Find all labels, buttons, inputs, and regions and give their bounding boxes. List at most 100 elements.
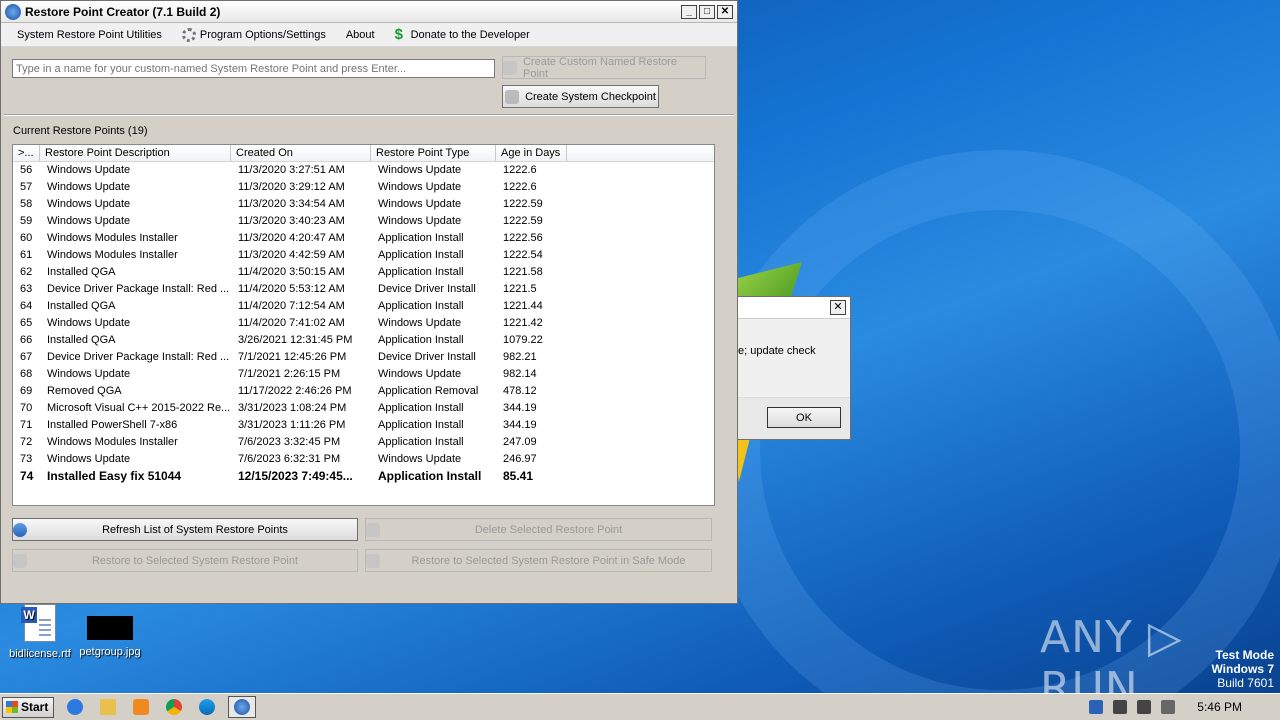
table-cell: 11/3/2020 3:40:23 AM: [238, 215, 345, 227]
table-row[interactable]: 63 Device Driver Package Install: Red ...…: [13, 281, 714, 298]
taskbar: Start 5:46 PM: [0, 693, 1280, 720]
clock[interactable]: 5:46 PM: [1197, 700, 1242, 714]
desktop-icon-jpg[interactable]: petgroup.jpg: [70, 604, 150, 658]
table-cell: 7/6/2023 3:32:45 PM: [238, 436, 341, 448]
restore-point-icon: [503, 60, 517, 75]
taskbar-restore-point-creator[interactable]: [228, 696, 256, 718]
dialog-close-button[interactable]: ✕: [830, 300, 846, 315]
table-row[interactable]: 72 Windows Modules Installer 7/6/2023 3:32…: [13, 434, 714, 451]
chrome-icon: [166, 699, 182, 715]
maximize-button[interactable]: □: [699, 4, 715, 19]
create-system-checkpoint-button[interactable]: Create System Checkpoint: [502, 85, 659, 108]
taskbar-media[interactable]: [129, 696, 153, 718]
start-button[interactable]: Start: [2, 696, 54, 718]
menu-about-label: About: [345, 28, 375, 41]
table-cell: 11/4/2020 5:53:12 AM: [238, 283, 345, 295]
menu-donate[interactable]: $ Donate to the Developer: [385, 23, 540, 47]
table-cell: Windows Update: [47, 164, 131, 176]
table-row[interactable]: 59 Windows Update 11/3/2020 3:40:23 AM Wind…: [13, 213, 714, 230]
table-cell: 73: [20, 453, 33, 465]
restore-safe-mode-button[interactable]: Restore to Selected System Restore Point…: [365, 549, 712, 572]
network-icon[interactable]: [1137, 700, 1152, 714]
gear-icon: [181, 27, 196, 42]
table-cell: Application Install: [378, 402, 464, 414]
restore-points-list[interactable]: >... Restore Point Description Created On R…: [12, 144, 715, 506]
table-row[interactable]: 68 Windows Update 7/1/2021 2:26:15 PM Windo…: [13, 366, 714, 383]
restore-selected-button[interactable]: Restore to Selected System Restore Point: [12, 549, 358, 572]
column-header[interactable]: Created On: [231, 145, 371, 161]
table-row[interactable]: 66 Installed QGA 3/26/2021 12:31:45 PM Appl…: [13, 332, 714, 349]
delete-restore-point-button[interactable]: Delete Selected Restore Point: [365, 518, 712, 541]
menu-utilities[interactable]: System Restore Point Utilities: [7, 23, 172, 47]
table-cell: Windows Update: [47, 453, 131, 465]
refresh-list-button[interactable]: Refresh List of System Restore Points: [12, 518, 358, 541]
action-center-icon[interactable]: [1089, 700, 1104, 714]
table-cell: 1222.54: [503, 249, 543, 261]
restore-point-name-input[interactable]: [12, 59, 495, 78]
menu-options-label: Program Options/Settings: [199, 28, 326, 41]
window-controls: _ □ ✕: [681, 4, 733, 19]
test-mode-notice: Test Mode Windows 7 Build 7601: [1211, 648, 1274, 690]
title-bar[interactable]: Restore Point Creator (7.1 Build 2) _ □ …: [1, 1, 737, 23]
table-row[interactable]: 58 Windows Update 11/3/2020 3:34:54 AM Wind…: [13, 196, 714, 213]
table-cell: Windows Update: [378, 215, 462, 227]
minimize-button[interactable]: _: [681, 4, 697, 19]
table-row[interactable]: 56 Windows Update 11/3/2020 3:27:51 AM Wind…: [13, 162, 714, 179]
table-row[interactable]: 61 Windows Modules Installer 11/3/2020 4:4…: [13, 247, 714, 264]
test-mode-line: Test Mode: [1215, 648, 1274, 662]
taskbar-explorer[interactable]: [96, 696, 120, 718]
table-row[interactable]: 73 Windows Update 7/6/2023 6:32:31 PM Windo…: [13, 451, 714, 468]
table-cell: Windows Update: [378, 164, 462, 176]
create-custom-label: Create Custom Named Restore Point: [522, 55, 678, 80]
table-row[interactable]: 65 Windows Update 11/4/2020 7:41:02 AM Wind…: [13, 315, 714, 332]
table-cell: Removed QGA: [47, 385, 122, 397]
table-row[interactable]: 62 Installed QGA 11/4/2020 3:50:15 AM Appli…: [13, 264, 714, 281]
taskbar-edge[interactable]: [195, 696, 219, 718]
table-row[interactable]: 57 Windows Update 11/3/2020 3:29:12 AM Wind…: [13, 179, 714, 196]
table-cell: Microsoft Visual C++ 2015-2022 Re...: [47, 402, 231, 414]
table-row[interactable]: 74 Installed Easy fix 51044 12/15/2023 7:4…: [13, 468, 714, 485]
word-document-icon: [21, 604, 56, 642]
table-row[interactable]: 70 Microsoft Visual C++ 2015-2022 Re... 3/…: [13, 400, 714, 417]
close-button[interactable]: ✕: [717, 4, 733, 19]
table-cell: Windows Update: [47, 181, 131, 193]
table-cell: 982.14: [503, 368, 537, 380]
column-header[interactable]: >...: [13, 145, 40, 161]
table-cell: Windows Update: [47, 317, 131, 329]
table-cell: 67: [20, 351, 33, 363]
table-cell: 247.09: [503, 436, 537, 448]
table-cell: Windows Update: [47, 368, 131, 380]
table-cell: Windows Modules Installer: [47, 232, 178, 244]
column-header[interactable]: Age in Days: [496, 145, 567, 161]
table-cell: 1222.56: [503, 232, 543, 244]
table-cell: 63: [20, 283, 33, 295]
desktop-icon-rtf[interactable]: bidlicense.rtf: [0, 604, 80, 660]
volume-icon[interactable]: [1113, 700, 1128, 714]
app-icon: [234, 699, 250, 715]
table-row[interactable]: 60 Windows Modules Installer 11/3/2020 4:2…: [13, 230, 714, 247]
table-row[interactable]: 67 Device Driver Package Install: Red ...…: [13, 349, 714, 366]
restore-label: Restore to Selected System Restore Point: [91, 554, 299, 567]
flag-icon[interactable]: [1161, 700, 1176, 714]
table-cell: 11/4/2020 7:41:02 AM: [238, 317, 345, 329]
table-row[interactable]: 71 Installed PowerShell 7-x86 3/31/2023 1:…: [13, 417, 714, 434]
table-cell: 11/4/2020 7:12:54 AM: [238, 300, 345, 312]
table-cell: 58: [20, 198, 33, 210]
create-custom-restore-point-button[interactable]: Create Custom Named Restore Point: [502, 55, 706, 80]
main-window: Restore Point Creator (7.1 Build 2) _ □ …: [0, 0, 738, 604]
table-cell: 7/1/2021 2:26:15 PM: [238, 368, 341, 380]
table-row[interactable]: 69 Removed QGA 11/17/2022 2:46:26 PM Applic…: [13, 383, 714, 400]
table-cell: 11/3/2020 3:34:54 AM: [238, 198, 345, 210]
media-player-icon: [133, 699, 149, 715]
taskbar-ie[interactable]: [63, 696, 87, 718]
menu-about[interactable]: About: [336, 23, 385, 47]
dialog-ok-button[interactable]: OK: [767, 407, 841, 428]
table-cell: 72: [20, 436, 33, 448]
column-header[interactable]: Restore Point Description: [40, 145, 231, 161]
menu-options[interactable]: Program Options/Settings: [172, 23, 336, 47]
table-row[interactable]: 64 Installed QGA 11/4/2020 7:12:54 AM Appli…: [13, 298, 714, 315]
table-cell: 1221.42: [503, 317, 543, 329]
table-cell: 344.19: [503, 419, 537, 431]
taskbar-chrome[interactable]: [162, 696, 186, 718]
column-header[interactable]: Restore Point Type: [371, 145, 496, 161]
